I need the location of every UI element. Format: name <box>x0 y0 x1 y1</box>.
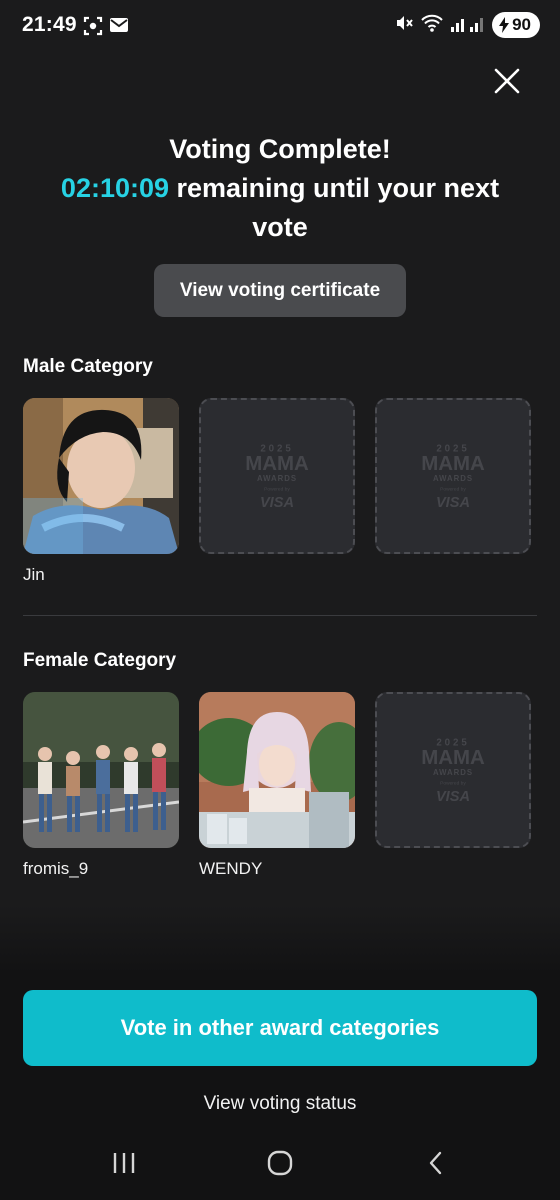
artist-photo <box>23 398 179 554</box>
logo-sponsor: VISA <box>260 495 294 511</box>
category-divider <box>23 615 537 616</box>
view-voting-status-link[interactable]: View voting status <box>0 1093 560 1115</box>
mail-icon <box>109 16 129 39</box>
recent-apps-icon <box>113 1153 135 1173</box>
next-vote-countdown: 02:10:09 remaining until your next vote <box>30 169 530 247</box>
male-category-title: Male Category <box>23 356 153 377</box>
battery-level: 90 <box>512 15 531 34</box>
male-pick-jin-name: Jin <box>23 565 45 584</box>
battery-indicator: 90 <box>492 12 540 38</box>
status-time: 21:49 <box>22 13 77 36</box>
artist-photo <box>199 692 355 848</box>
home-icon <box>267 1150 293 1176</box>
battery-charging-icon <box>499 17 510 33</box>
wifi-icon <box>420 13 444 38</box>
signal-icon <box>450 13 486 38</box>
vote-other-categories-button[interactable]: Vote in other award categories <box>23 990 537 1066</box>
mama-awards-logo: 2025 MAMA AWARDS Powered by VISA <box>421 738 485 806</box>
artist-photo <box>23 692 179 848</box>
empty-slot[interactable]: 2025 MAMA AWARDS Powered by VISA <box>375 398 531 554</box>
close-button[interactable] <box>488 62 526 100</box>
logo-brand: MAMA <box>245 452 309 475</box>
female-category-title: Female Category <box>23 650 177 671</box>
empty-slot[interactable]: 2025 MAMA AWARDS Powered by VISA <box>199 398 355 554</box>
logo-sponsor: VISA <box>436 495 470 511</box>
logo-brand: MAMA <box>421 746 485 769</box>
mute-icon <box>394 13 414 38</box>
countdown-text: remaining until your next vote <box>169 173 500 242</box>
female-pick-fromis9-name: fromis_9 <box>23 859 89 878</box>
male-pick-jin-photo[interactable] <box>23 398 179 554</box>
logo-awards: AWARDS <box>257 474 297 483</box>
view-certificate-button[interactable]: View voting certificate <box>154 264 406 317</box>
logo-awards: AWARDS <box>433 474 473 483</box>
close-icon <box>494 68 520 94</box>
back-icon <box>429 1151 442 1175</box>
home-button[interactable] <box>260 1146 300 1180</box>
back-button[interactable] <box>416 1146 456 1180</box>
logo-powered: Powered by <box>264 487 290 493</box>
bottom-fade <box>0 905 560 975</box>
mama-awards-logo: 2025 MAMA AWARDS Powered by VISA <box>421 444 485 512</box>
logo-brand: MAMA <box>421 452 485 475</box>
female-pick-wendy-name: WENDY <box>199 859 263 878</box>
voting-complete-heading: Voting Complete! <box>169 134 391 164</box>
screenshot-icon <box>83 16 103 41</box>
female-pick-wendy-photo[interactable] <box>199 692 355 848</box>
logo-awards: AWARDS <box>433 768 473 777</box>
countdown-timer: 02:10:09 <box>60 173 170 203</box>
mama-awards-logo: 2025 MAMA AWARDS Powered by VISA <box>245 444 309 512</box>
status-bar: 21:49 90 <box>0 0 560 52</box>
logo-powered: Powered by <box>440 487 466 493</box>
logo-powered: Powered by <box>440 781 466 787</box>
logo-sponsor: VISA <box>436 789 470 805</box>
empty-slot[interactable]: 2025 MAMA AWARDS Powered by VISA <box>375 692 531 848</box>
recent-apps-button[interactable] <box>104 1146 144 1180</box>
female-pick-fromis9-photo[interactable] <box>23 692 179 848</box>
